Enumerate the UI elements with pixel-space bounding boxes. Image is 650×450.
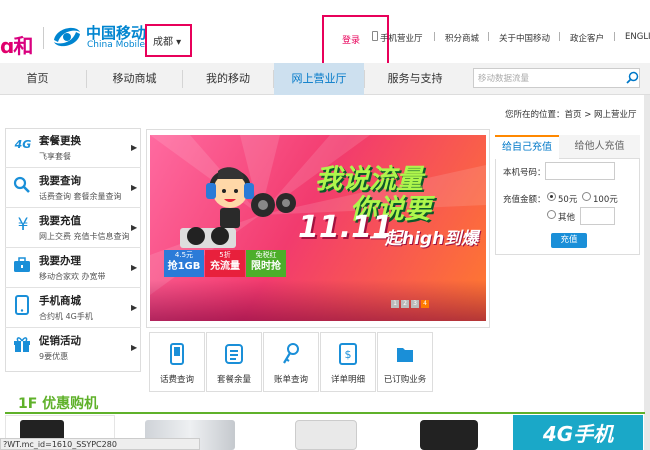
banner-dot-3[interactable]: 3 <box>411 300 419 308</box>
key-icon <box>283 343 299 364</box>
briefcase-icon <box>14 257 30 272</box>
phone-icon <box>15 295 29 315</box>
side-item-title: 我要查询 <box>39 175 81 187</box>
divider: | <box>487 32 491 42</box>
option-other-label: 其他 <box>558 213 576 223</box>
toplink-points-mall[interactable]: 积分商城 <box>445 32 479 44</box>
tile-label: 账单查询 <box>273 375 308 385</box>
side-item-sub: 网上交费 充值卡信息查询 <box>39 232 130 241</box>
side-item-title: 我要充值 <box>39 215 81 227</box>
banner-tagline: 一起high到爆 <box>368 229 479 249</box>
side-item-title: 套餐更换 <box>39 135 81 147</box>
radio-50[interactable] <box>547 192 556 201</box>
side-item-title: 我要办理 <box>39 255 81 267</box>
banner-dot-4[interactable]: 4 <box>421 300 429 308</box>
breadcrumb: 您所在的位置：首页 > 网上营业厅 <box>505 110 637 120</box>
nav-online-hall[interactable]: 网上营业厅 <box>274 63 364 95</box>
crowd-silhouette <box>150 280 486 321</box>
city-selector[interactable]: 成都 ▾ <box>153 33 181 48</box>
phone-image[interactable] <box>420 420 478 450</box>
side-item-sub: 9要优惠 <box>39 352 69 361</box>
promo-4g-phone[interactable]: 4G手机 <box>513 415 643 450</box>
scrollbar[interactable] <box>644 95 650 450</box>
recharge-button[interactable]: 充值 <box>551 233 587 248</box>
turntable-icon <box>180 227 236 248</box>
side-item-sub: 话费查询 套餐余量查询 <box>39 192 122 201</box>
arrow-right-icon: ▶ <box>131 263 138 272</box>
side-item-title: 手机商城 <box>39 295 81 307</box>
phone-image[interactable] <box>295 420 357 450</box>
option-100-label: 100元 <box>593 195 618 205</box>
folder-icon <box>397 348 413 362</box>
divider: | <box>558 32 562 42</box>
phone-label: 本机号码： <box>503 168 546 178</box>
option-50-label: 50元 <box>558 195 578 205</box>
radio-other[interactable] <box>547 210 556 219</box>
logo-divider <box>43 27 44 49</box>
nav-my-mobile[interactable]: 我的移动 <box>183 63 273 95</box>
plan-balance-icon <box>225 344 243 364</box>
nav-service[interactable]: 服务与支持 <box>365 63 465 95</box>
side-item-title: 促销活动 <box>39 335 81 347</box>
tile-label: 话费查询 <box>159 375 194 385</box>
arrow-right-icon: ▶ <box>131 343 138 352</box>
search-placeholder: 移动数据流量 <box>478 74 530 84</box>
phone-bill-icon <box>170 343 184 365</box>
svg-text:$: $ <box>345 348 352 361</box>
login-link[interactable]: 登录 <box>342 33 360 46</box>
toplink-english[interactable]: ENGLI <box>625 32 650 42</box>
nav-mall[interactable]: 移动商城 <box>87 63 182 95</box>
status-bar-url: ?WT.mc_id=1610_SSYPC280 <box>0 438 200 450</box>
search-icon[interactable] <box>626 71 639 84</box>
phone-number-input[interactable] <box>545 162 615 180</box>
mobile-icon <box>372 31 378 41</box>
divider: | <box>613 32 617 42</box>
tab-recharge-other[interactable]: 给他人充值 <box>559 135 640 159</box>
tile-label: 已订购业务 <box>383 375 427 385</box>
divider: | <box>433 32 437 42</box>
he-logo[interactable]: ɑ和 <box>0 30 33 59</box>
nav-home[interactable]: 首页 <box>0 63 75 95</box>
banner-dot-1[interactable]: 1 <box>391 300 399 308</box>
floor-divider <box>5 412 645 414</box>
amount-label: 充值金额： <box>503 195 546 205</box>
toplink-mobile-hall[interactable]: 手机营业厅 <box>380 32 423 44</box>
toplink-enterprise[interactable]: 政企客户 <box>570 32 604 44</box>
china-mobile-logo-icon[interactable] <box>50 20 84 54</box>
arrow-right-icon: ▶ <box>131 143 138 152</box>
banner-dot-2[interactable]: 2 <box>401 300 409 308</box>
side-item-sub: 合约机 4G手机 <box>39 312 93 321</box>
arrow-right-icon: ▶ <box>131 303 138 312</box>
caret-down-icon: ▾ <box>173 37 182 48</box>
tile-label: 详单明细 <box>330 375 365 385</box>
other-amount-input[interactable] <box>580 207 615 225</box>
banner-offer-2[interactable]: 5折 充流量 <box>205 250 245 277</box>
brand-en: China Mobile <box>87 40 146 50</box>
arrow-right-icon: ▶ <box>131 223 138 232</box>
side-item-sub: 移动合家欢 办宽带 <box>39 272 106 281</box>
banner-offer-3[interactable]: 免税红 限时抢 <box>246 250 286 277</box>
search-icon <box>13 176 30 193</box>
speaker-icon <box>251 193 296 217</box>
yen-icon: ¥ <box>17 215 29 235</box>
side-item-sub: 飞享套餐 <box>39 152 71 161</box>
gift-icon <box>14 337 30 352</box>
4g-icon: 4G <box>14 138 32 151</box>
arrow-right-icon: ▶ <box>131 183 138 192</box>
tile-label: 套餐余量 <box>216 375 251 385</box>
detail-list-icon: $ <box>339 343 357 365</box>
radio-100[interactable] <box>582 192 591 201</box>
tab-recharge-self[interactable]: 给自己充值 <box>495 135 559 159</box>
banner-offer-1[interactable]: 4.5元 抢1GB <box>164 250 204 277</box>
toplink-about[interactable]: 关于中国移动 <box>499 32 550 44</box>
floor-title: 1F 优惠购机 <box>18 396 99 412</box>
